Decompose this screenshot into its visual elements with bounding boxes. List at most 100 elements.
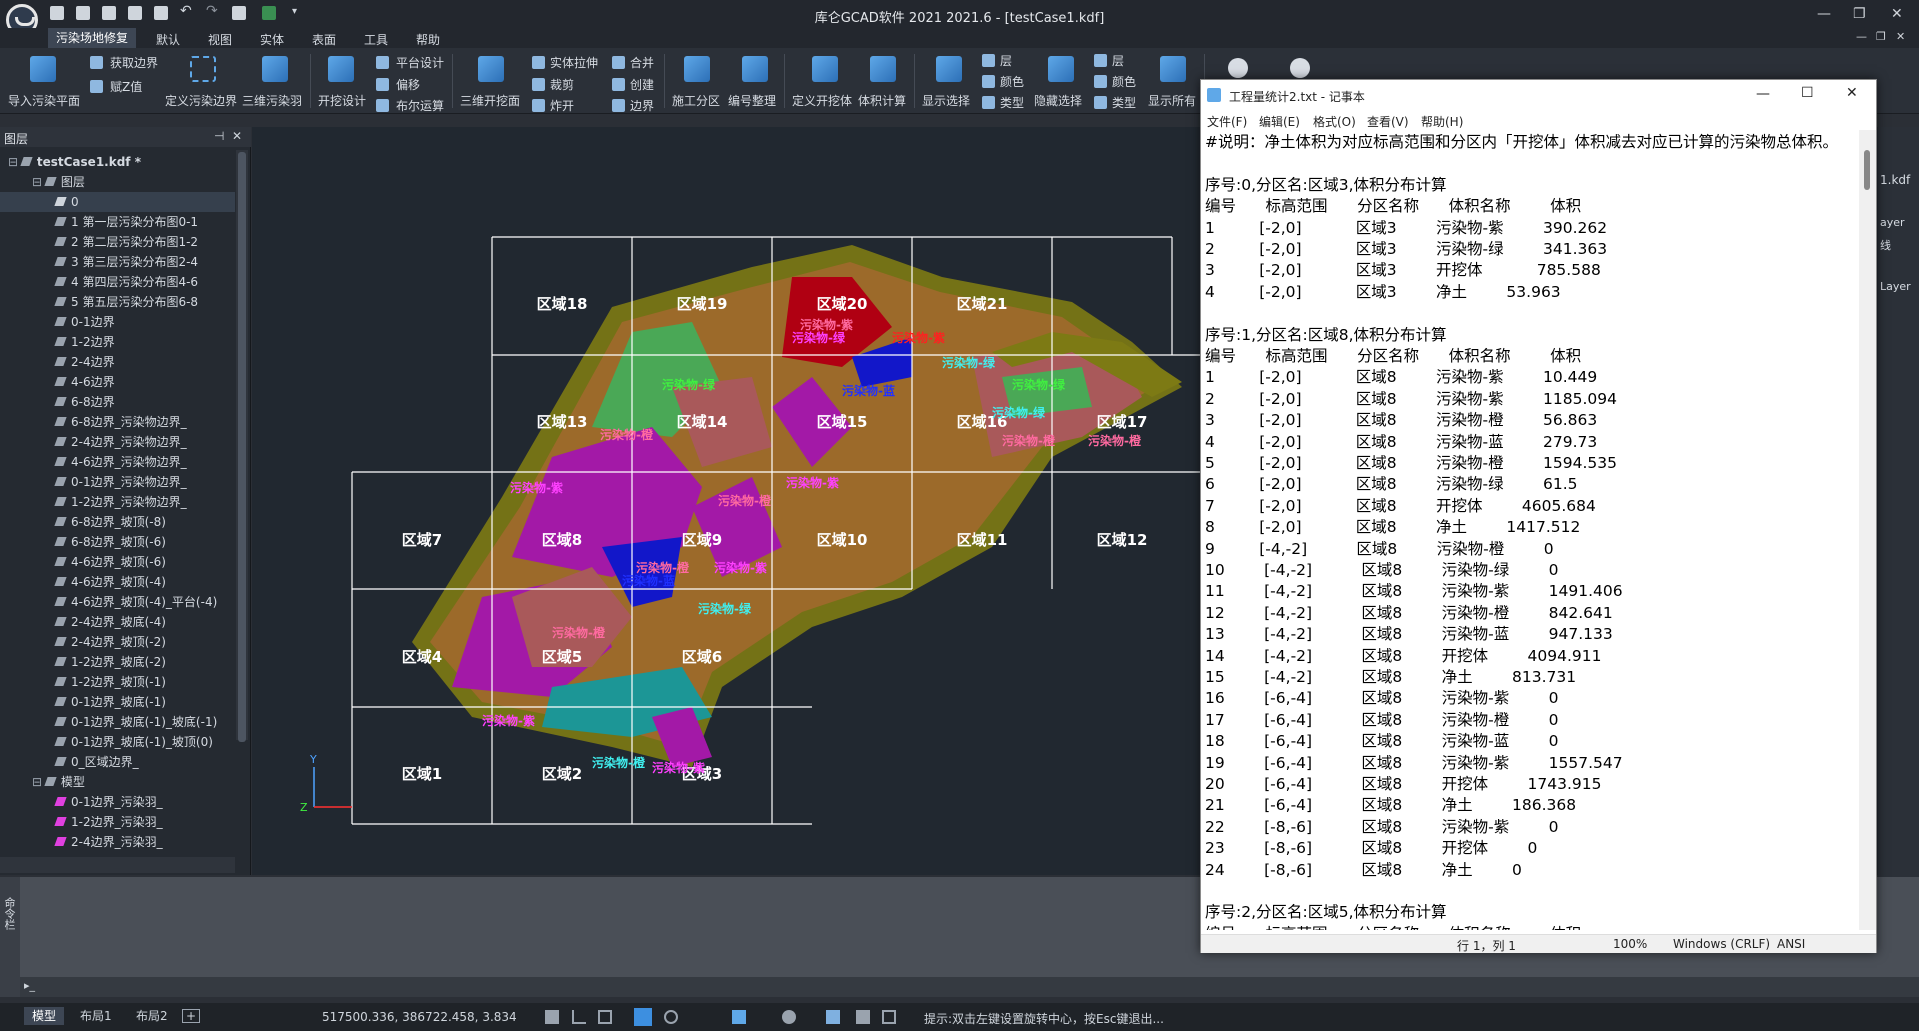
merge-button[interactable]: 合并	[630, 54, 654, 71]
notepad-maximize-button[interactable]: ☐	[1801, 85, 1814, 101]
notepad-menu-help[interactable]: 帮助(H)	[1421, 113, 1463, 130]
hide-color-button[interactable]: 颜色	[1112, 73, 1136, 90]
tree-layer-item[interactable]: 0-1边界_坡底(-1)_坡底(-1)	[0, 712, 235, 732]
grid-icon[interactable]	[545, 1010, 559, 1024]
tree-layer-item[interactable]: 1-2边界_污染羽_	[0, 812, 235, 832]
notepad-menu-format[interactable]: 格式(O)	[1313, 113, 1356, 130]
show-all-button[interactable]: 显示所有	[1148, 92, 1196, 109]
panel-close-icon[interactable]: ✕	[232, 129, 242, 143]
tree-layer-item[interactable]: 4 第四层污染分布图4-6	[0, 272, 235, 292]
notepad-close-button[interactable]: ✕	[1846, 85, 1858, 101]
tree-node[interactable]: ⊟ testCase1.kdf *	[0, 152, 235, 172]
plume-3d-button[interactable]: 三维污染羽	[242, 92, 302, 109]
notepad-text-area[interactable]: #说明：净土体积为对应标高范围和分区内「开挖体」体积减去对应已计算的污染物总体积…	[1201, 130, 1859, 930]
tree-layer-item[interactable]: 0	[0, 192, 235, 212]
tree-layer-item[interactable]: 2-4边界_污染物边界_	[0, 432, 235, 452]
tree-node[interactable]: ⊟ 图层	[0, 172, 235, 192]
osnap-icon[interactable]	[634, 1008, 652, 1026]
add-layout-icon[interactable]: +	[182, 1009, 201, 1023]
tab-model[interactable]: 模型	[24, 1007, 65, 1025]
notepad-scrollbar-thumb[interactable]	[1864, 150, 1870, 190]
hide-layer-button[interactable]: 层	[1112, 52, 1124, 69]
walk-icon[interactable]	[856, 1010, 870, 1024]
volume-calc-button[interactable]: 体积计算	[858, 92, 906, 109]
tree-layer-item[interactable]: 0-1边界_污染羽_	[0, 792, 235, 812]
cmd-side-tab[interactable]: 命令栏	[0, 877, 20, 997]
excavation-design-icon[interactable]	[328, 56, 354, 82]
minimize-button[interactable]: —	[1817, 6, 1831, 22]
collapse-icon[interactable]: ⊟	[8, 155, 22, 169]
hide-selection-icon[interactable]	[1048, 56, 1074, 82]
construction-zone-button[interactable]: 施工分区	[672, 92, 720, 109]
tree-layer-item[interactable]: 1-2边界	[0, 332, 235, 352]
assign-z-button[interactable]: 赋Z值	[110, 78, 142, 95]
settings-icon[interactable]	[782, 1010, 796, 1024]
notepad-menu-edit[interactable]: 编辑(E)	[1259, 113, 1300, 130]
define-boundary-button[interactable]: 定义污染边界	[165, 92, 237, 109]
tree-layer-item[interactable]: 2-4边界_坡底(-4)	[0, 612, 235, 632]
get-boundary-button[interactable]: 获取边界	[110, 54, 158, 71]
notepad-menu-view[interactable]: 查看(V)	[1367, 113, 1409, 130]
import-plane-button[interactable]: 导入污染平面	[8, 92, 80, 109]
tree-layer-item[interactable]: 1-2边界_坡底(-2)	[0, 652, 235, 672]
tree-layer-item[interactable]: 0_区域边界_	[0, 752, 235, 772]
doc-restore-button[interactable]: ❐	[1876, 30, 1886, 43]
hide-type-button[interactable]: 类型	[1112, 94, 1136, 111]
excavation-3d-button[interactable]: 三维开挖面	[460, 92, 520, 109]
plume-3d-icon[interactable]	[262, 56, 288, 82]
menu-tools[interactable]: 工具	[364, 31, 388, 48]
tree-layer-item[interactable]: 1 第一层污染分布图0-1	[0, 212, 235, 232]
tree-layer-item[interactable]: 3 第三层污染分布图2-4	[0, 252, 235, 272]
view-cube-icon[interactable]	[826, 1010, 840, 1024]
notepad-scrollbar[interactable]	[1859, 130, 1876, 930]
explode-button[interactable]: 炸开	[550, 97, 574, 114]
collapse-icon[interactable]: ⊟	[32, 175, 46, 189]
tree-layer-item[interactable]: 6-8边界	[0, 392, 235, 412]
show-color-button[interactable]: 颜色	[1000, 73, 1024, 90]
tree-layer-item[interactable]: 0-1边界_坡底(-1)	[0, 692, 235, 712]
tree-layer-item[interactable]: 5 第五层污染分布图6-8	[0, 292, 235, 312]
import-plane-icon[interactable]	[30, 56, 56, 82]
fullscreen-icon[interactable]	[882, 1010, 896, 1024]
layer-tree-scrollbar-thumb[interactable]	[238, 152, 246, 742]
menu-help[interactable]: 帮助	[416, 31, 440, 48]
offset-button[interactable]: 偏移	[396, 76, 420, 93]
excavation-3d-icon[interactable]	[478, 56, 504, 82]
tree-layer-item[interactable]: 4-6边界_污染物边界_	[0, 452, 235, 472]
tab-layout2[interactable]: 布局2	[128, 1007, 176, 1025]
zoom-in-icon[interactable]	[1290, 58, 1310, 78]
snap-icon[interactable]	[598, 1010, 612, 1024]
zoom-out-icon[interactable]	[1228, 58, 1248, 78]
extrude-button[interactable]: 实体拉伸	[550, 54, 598, 71]
define-boundary-icon[interactable]	[190, 56, 216, 82]
collapse-icon[interactable]: ⊟	[32, 775, 46, 789]
tree-layer-item[interactable]: 6-8边界_坡顶(-6)	[0, 532, 235, 552]
tree-layer-item[interactable]: 4-6边界	[0, 372, 235, 392]
tree-layer-item[interactable]: 4-6边界_坡顶(-4)	[0, 572, 235, 592]
boolean-button[interactable]: 布尔运算	[396, 97, 444, 114]
renumber-button[interactable]: 编号整理	[728, 92, 776, 109]
define-excavation-button[interactable]: 定义开挖体	[792, 92, 852, 109]
menu-view[interactable]: 视图	[208, 31, 232, 48]
menu-pollution-repair[interactable]: 污染场地修复	[48, 28, 137, 48]
tree-layer-item[interactable]: 2-4边界_污染羽_	[0, 832, 235, 852]
dynamic-input-icon[interactable]	[732, 1010, 746, 1024]
define-excavation-icon[interactable]	[812, 56, 838, 82]
pin-icon[interactable]: ⊣	[214, 129, 224, 143]
tree-layer-item[interactable]: 6-8边界_坡顶(-8)	[0, 512, 235, 532]
renumber-icon[interactable]	[742, 56, 768, 82]
volume-calc-icon[interactable]	[870, 56, 896, 82]
tree-layer-item[interactable]: 2-4边界_坡顶(-2)	[0, 632, 235, 652]
tree-layer-item[interactable]: 2 第二层污染分布图1-2	[0, 232, 235, 252]
doc-minimize-button[interactable]: —	[1856, 30, 1867, 43]
trim-button[interactable]: 裁剪	[550, 76, 574, 93]
boundary-button[interactable]: 边界	[630, 97, 654, 114]
ortho-icon[interactable]	[572, 1010, 586, 1024]
close-button[interactable]: ✕	[1891, 6, 1903, 22]
menu-default[interactable]: 默认	[156, 31, 180, 48]
show-all-icon[interactable]	[1160, 56, 1186, 82]
tree-layer-item[interactable]: 2-4边界	[0, 352, 235, 372]
notepad-minimize-button[interactable]: —	[1756, 86, 1770, 102]
layer-tree-hscrollbar[interactable]	[0, 857, 235, 873]
tree-layer-item[interactable]: 4-6边界_坡顶(-6)	[0, 552, 235, 572]
